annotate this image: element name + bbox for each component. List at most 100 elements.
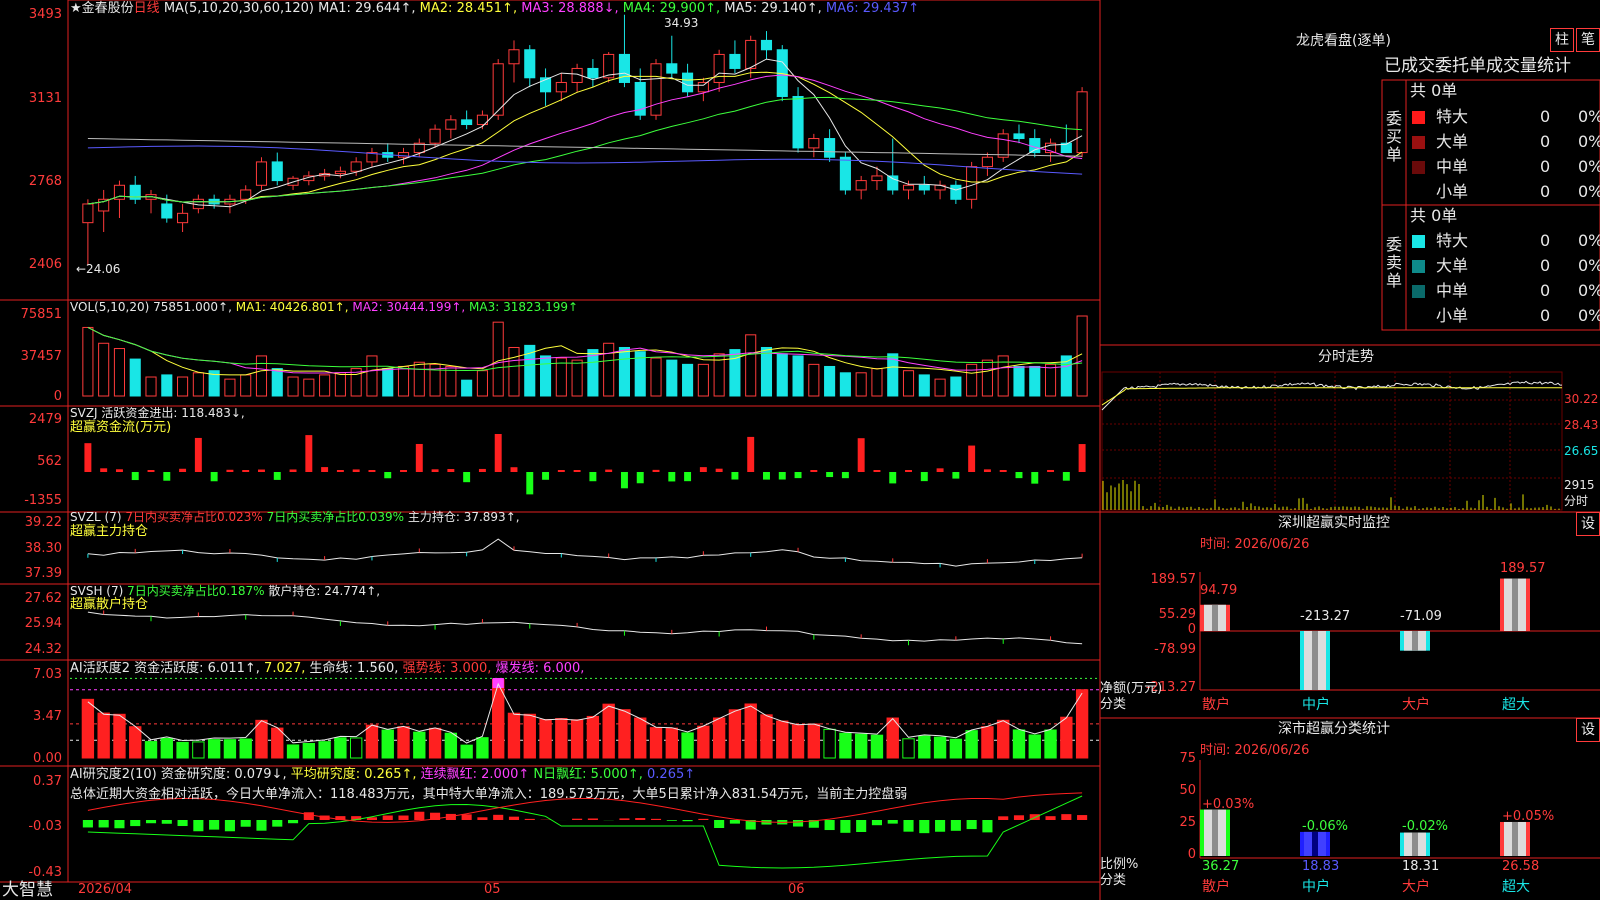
- activity-bar: [207, 739, 221, 759]
- tick-view-button[interactable]: 笔: [1576, 28, 1600, 52]
- research-bar: [950, 820, 961, 831]
- column-view-button[interactable]: 柱: [1550, 28, 1574, 52]
- activity-bar: [555, 717, 568, 759]
- candle-body: [981, 156, 993, 168]
- svzl-ratio-red: 7日内买卖净占比0.023%: [125, 510, 263, 524]
- fund-flow-bar: [384, 472, 392, 479]
- ai2-ytick-0: 0.37: [33, 774, 62, 789]
- order-color-swatch: [1412, 111, 1425, 124]
- fund-flow-bar: [352, 469, 360, 472]
- svsh-title[interactable]: SVSH (7): [70, 584, 123, 598]
- candle-body: [618, 53, 631, 83]
- fund-flow-bar: [289, 469, 297, 472]
- fund-flow-bar: [905, 470, 912, 472]
- activity-bar: [302, 742, 316, 759]
- fund-flow-bar: [321, 467, 329, 472]
- sz-class-change-label: -0.06%: [1302, 819, 1348, 834]
- ma30-line: [87, 96, 1083, 205]
- activity-bar: [113, 713, 126, 759]
- activity-bar: [349, 737, 363, 759]
- volume-bar: [113, 348, 126, 397]
- order-color-swatch: [1412, 136, 1425, 149]
- activity-bar: [634, 717, 647, 759]
- research-bar: [619, 818, 630, 820]
- research-bar: [572, 818, 583, 820]
- sz-class-settings-button[interactable]: 设: [1576, 718, 1600, 742]
- stock-name[interactable]: ★金春股份: [70, 1, 134, 16]
- svsh-ytick-1: 25.94: [24, 616, 62, 631]
- fenshi-title[interactable]: 分时走势: [1318, 350, 1374, 364]
- activity-bar: [649, 727, 663, 759]
- fenshi-ytick-2: 26.65: [1564, 444, 1599, 458]
- ai1-title[interactable]: AI活跃度2: [70, 661, 130, 676]
- research-bar: [982, 820, 993, 833]
- activity-bar: [949, 738, 963, 759]
- activity-bar: [1044, 729, 1057, 759]
- sz-class-change-label: +0.03%: [1202, 797, 1255, 812]
- fund-flow-bar: [210, 472, 218, 482]
- sz-class-ytick: 25: [1179, 815, 1196, 830]
- order-color-swatch: [1412, 260, 1425, 273]
- sz-class-change-label: -0.02%: [1402, 819, 1448, 834]
- vol-ma3: MA3: 31823.199↑: [469, 300, 579, 314]
- volume-bar: [539, 355, 552, 397]
- ai2-research: 资金研究度: 0.079↓,: [160, 767, 287, 782]
- volume-bar: [319, 374, 331, 397]
- ai2-n-day-red: N日飘红: 5.000↑,: [533, 767, 643, 782]
- main-ytick-3: 2406: [28, 257, 62, 272]
- research-bar: [161, 820, 172, 824]
- fund-flow-bar: [620, 472, 628, 489]
- svzj-header[interactable]: SVZJ 活跃资金进出: 118.483↓,: [70, 406, 245, 420]
- candle-body: [997, 133, 1009, 158]
- fund-flow-bar: [242, 470, 250, 472]
- ai1-ytick-0: 7.03: [33, 667, 62, 682]
- sz-monitor-value-label: -213.27: [1300, 609, 1351, 624]
- research-bar: [287, 820, 299, 824]
- svsh-ytick-2: 24.32: [24, 642, 62, 657]
- brand-logo[interactable]: 大智慧: [2, 880, 53, 900]
- volume-bar: [413, 361, 425, 397]
- order-count: 0: [1540, 231, 1551, 250]
- sz-monitor-bar-shade: [1412, 631, 1418, 651]
- fenshi-vol-label: 2915: [1564, 478, 1595, 492]
- ai1-lifeline: 生命线: 1.560,: [309, 661, 399, 676]
- vol-title[interactable]: VOL(5,10,20): [70, 300, 149, 314]
- activity-bar: [681, 732, 694, 759]
- research-bar: [635, 818, 646, 820]
- order-size-label: 大单: [1436, 132, 1469, 151]
- sz-monitor-settings-button[interactable]: 设: [1576, 512, 1600, 536]
- sz-monitor-xlabel: 分类: [1100, 697, 1127, 712]
- sell-total: 共 0单: [1410, 206, 1458, 225]
- volume-bar: [82, 326, 94, 397]
- activity-bar: [823, 728, 836, 759]
- candle-body: [745, 39, 757, 69]
- fund-flow-bar: [1015, 472, 1023, 479]
- order-percent: 0%: [1578, 157, 1600, 176]
- fund-flow-bar: [968, 445, 976, 472]
- candle-body: [871, 175, 883, 182]
- svzl-title[interactable]: SVZL (7): [70, 510, 122, 524]
- svzl-ytick-0: 39.22: [24, 515, 62, 530]
- fund-flow-bar: [542, 472, 550, 480]
- sz-monitor-title: 深圳超赢实时监控: [1278, 515, 1390, 531]
- order-percent: 0%: [1578, 231, 1600, 250]
- activity-bar: [570, 719, 584, 759]
- candle-body: [713, 53, 725, 83]
- fund-flow-bar: [999, 470, 1007, 472]
- candle-body: [429, 128, 441, 144]
- high-price-label: 34.93: [664, 16, 699, 30]
- vol-ytick-1: 37457: [20, 349, 62, 364]
- ai2-title[interactable]: AI研究度2(10): [70, 767, 157, 782]
- fund-flow-bar: [778, 472, 786, 480]
- research-bar: [1013, 815, 1025, 820]
- svzl-sub: 超赢主力持仓: [70, 524, 149, 539]
- sz-monitor-value-label: 94.79: [1200, 583, 1238, 598]
- sz-class-value-label: 36.27: [1202, 859, 1240, 874]
- candle-body: [177, 212, 189, 224]
- period-label[interactable]: 日线: [134, 1, 160, 16]
- sz-monitor-value-label: 189.57: [1500, 561, 1546, 576]
- low-price-label: ←24.06: [76, 262, 121, 276]
- buy-total: 共 0单: [1410, 81, 1458, 100]
- sz-monitor-bar-shade: [1212, 604, 1218, 631]
- volume-bar: [760, 346, 773, 397]
